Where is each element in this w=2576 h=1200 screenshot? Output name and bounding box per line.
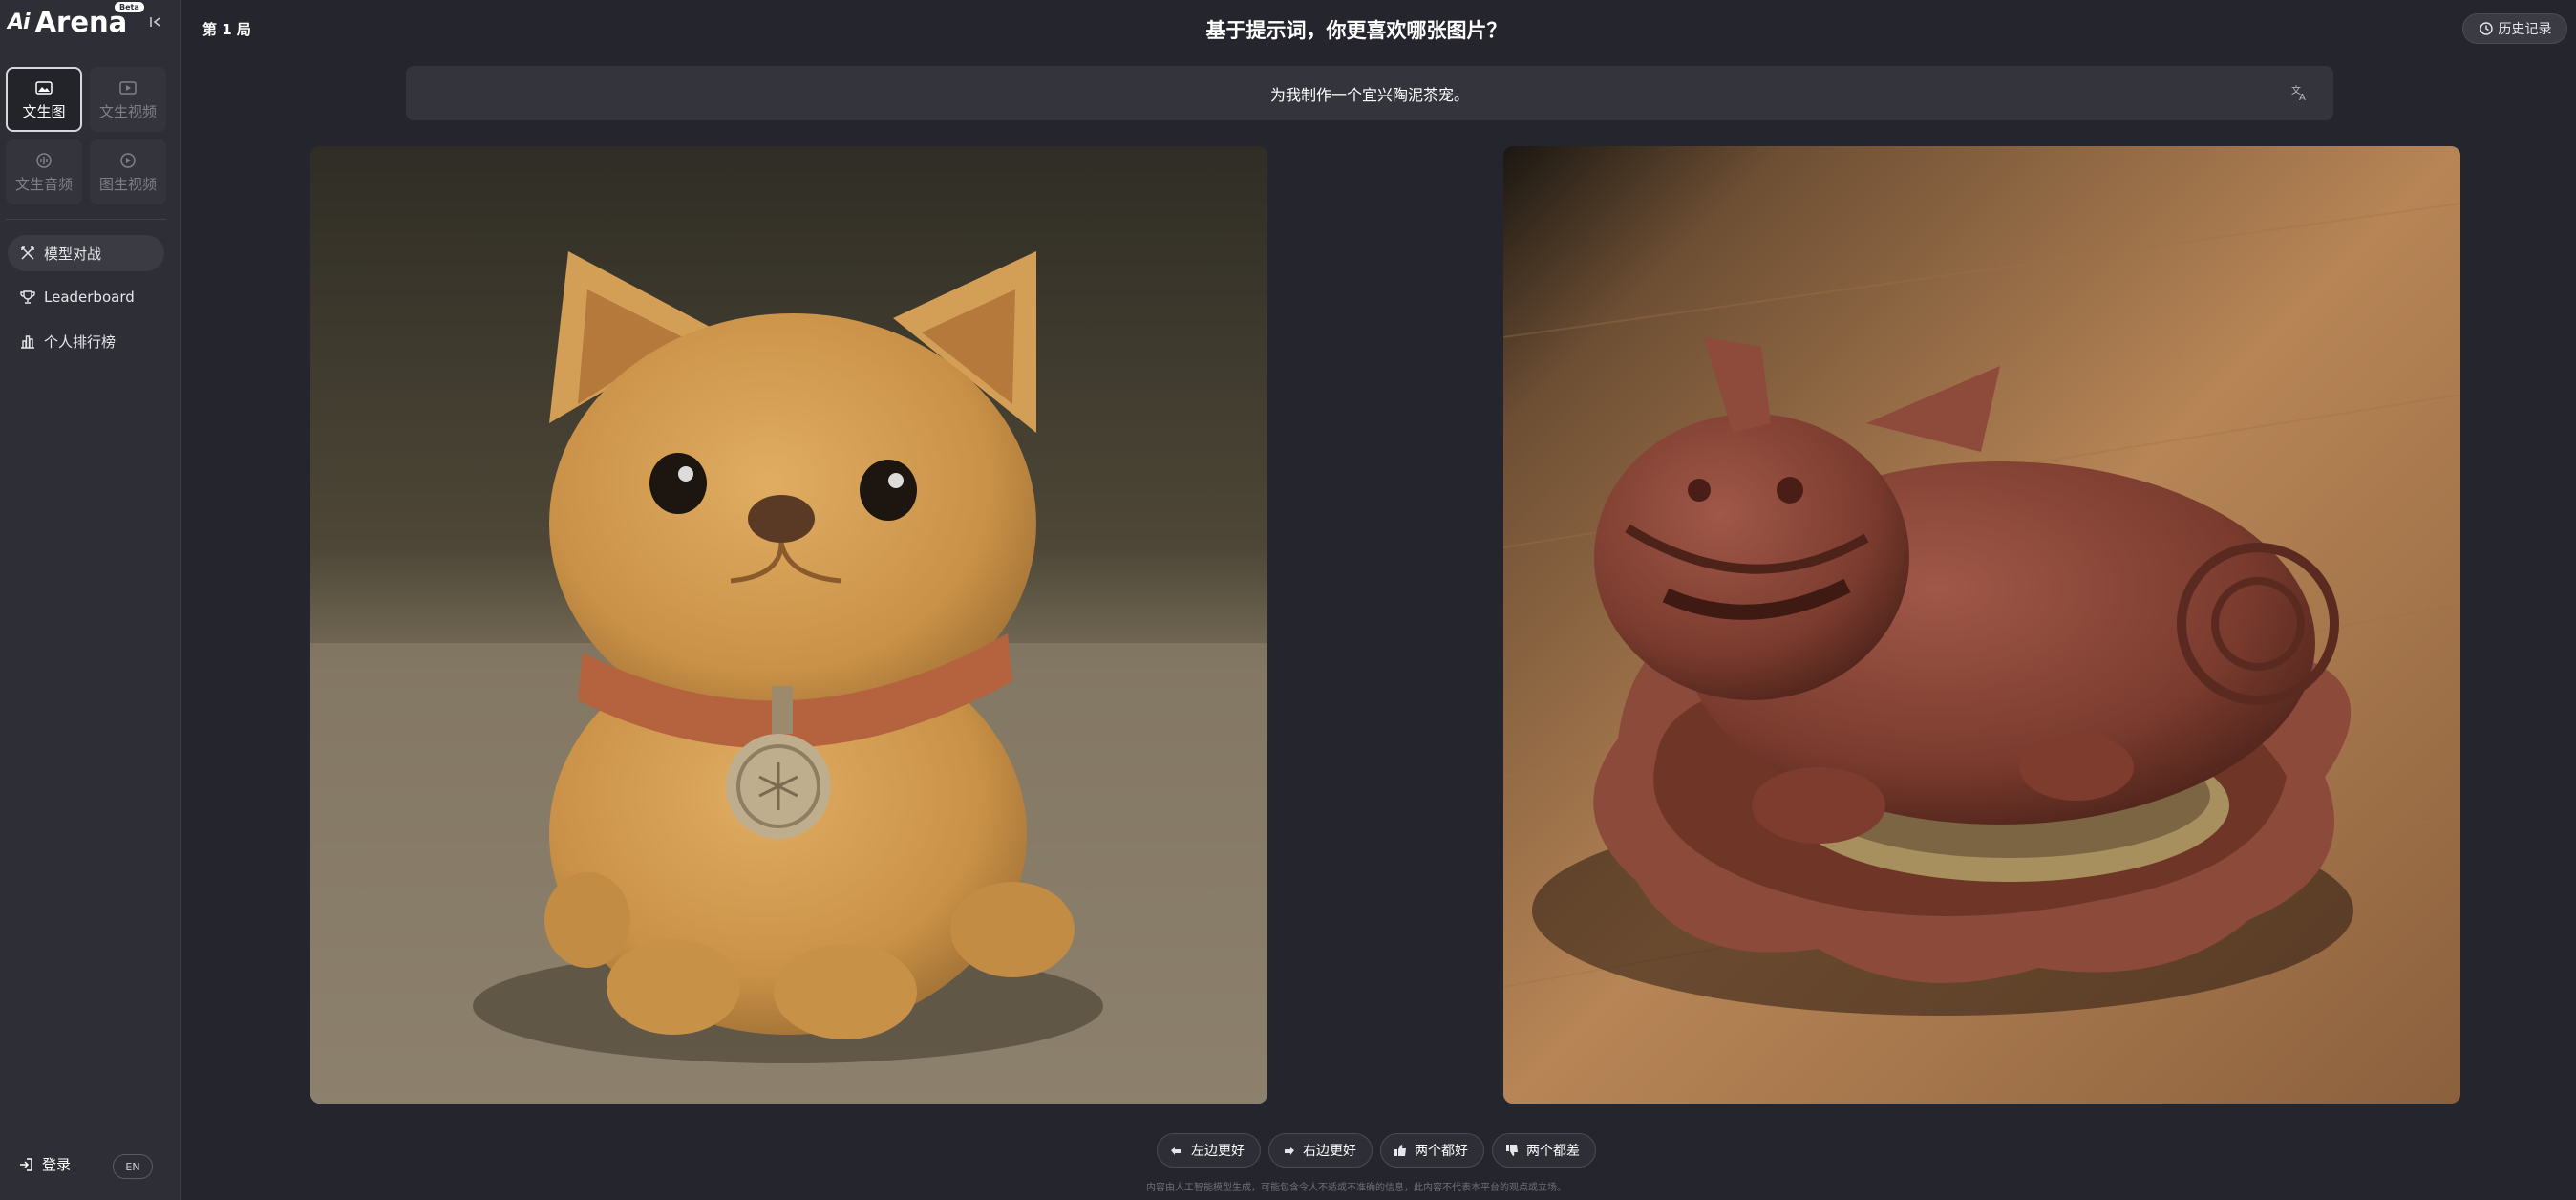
sidebar-item-battle[interactable]: 模型对战 [8,235,164,271]
logo-mark: Ai [8,10,31,34]
sidebar-item-label: 个人排行榜 [44,332,117,351]
left-image[interactable] [310,146,1267,1104]
sidebar-item-label: Leaderboard [44,289,135,306]
purple-clay-pixiu-figurine-image [1503,146,2460,1104]
mode-label: 文生视频 [98,102,157,120]
vote-bar: 左边更好 右边更好 两个都好 两个都差 [1157,1133,1596,1168]
image-icon [35,80,53,95]
audio-icon [36,152,52,168]
logo-text: Arena [34,6,128,38]
mode-label: 文生图 [22,102,66,120]
sidebar: Ai Arena Beta 文生图 文生视频 文生音频 图生视频 模型对战 Le… [0,0,181,1200]
translate-icon[interactable]: 文A [2289,82,2310,103]
prompt-box: 为我制作一个宜兴陶泥茶宠。 文A [406,66,2333,120]
disclaimer: 内容由人工智能模型生成，可能包含令人不适或不准确的信息，此内容不代表本平台的观点… [1146,1183,1566,1193]
clock-icon [2479,22,2493,35]
history-button[interactable]: 历史记录 [2462,13,2567,44]
sidebar-item-label: 模型对战 [44,245,102,263]
hand-point-left-icon [1171,1147,1181,1155]
vote-right-better-button[interactable]: 右边更好 [1268,1133,1373,1168]
mode-text-to-audio[interactable]: 文生音频 [6,139,82,204]
vote-label: 两个都差 [1526,1144,1580,1159]
mode-label: 图生视频 [98,175,157,193]
vote-label: 左边更好 [1191,1144,1245,1159]
bar-chart-icon [21,335,34,349]
history-label: 历史记录 [2498,22,2552,37]
vote-label: 右边更好 [1303,1144,1356,1159]
thumbs-down-icon [1506,1145,1518,1156]
logo[interactable]: Ai Arena [8,6,127,38]
vote-both-good-button[interactable]: 两个都好 [1380,1133,1484,1168]
mode-label: 文生音频 [14,175,73,193]
mode-text-to-image[interactable]: 文生图 [6,67,82,132]
login-label: 登录 [42,1156,72,1173]
image-to-video-icon [120,152,136,168]
vote-left-better-button[interactable]: 左边更好 [1157,1133,1261,1168]
clay-dog-figurine-image [310,146,1267,1104]
vote-label: 两个都好 [1415,1144,1468,1159]
mode-grid: 文生图 文生视频 文生音频 图生视频 [6,67,166,204]
beta-badge: Beta [115,2,144,12]
vote-both-bad-button[interactable]: 两个都差 [1492,1133,1596,1168]
page-title: 基于提示词，你更喜欢哪张图片？ [1205,19,1507,42]
video-icon [119,80,137,95]
round-indicator: 第 1 局 [202,21,251,38]
sidebar-item-personal-ranking[interactable]: 个人排行榜 [8,323,164,359]
divider [6,219,166,220]
login-icon [20,1157,32,1171]
trophy-icon [20,290,35,304]
svg-text:A: A [2299,93,2306,103]
thumbs-up-icon [1394,1145,1406,1156]
login-button[interactable]: 登录 [17,1154,71,1174]
prompt-text: 为我制作一个宜兴陶泥茶宠。 [1269,85,1469,104]
collapse-icon [150,17,160,27]
collapse-sidebar-button[interactable] [145,11,166,32]
mode-text-to-video[interactable]: 文生视频 [90,67,166,132]
battle-icon [21,246,34,260]
mode-image-to-video[interactable]: 图生视频 [90,139,166,204]
right-image[interactable] [1503,146,2460,1104]
hand-point-right-icon [1285,1147,1294,1155]
sidebar-item-leaderboard[interactable]: Leaderboard [8,279,164,315]
sidebar-nav: 模型对战 Leaderboard 个人排行榜 [8,235,164,367]
language-toggle[interactable]: EN [113,1154,153,1179]
